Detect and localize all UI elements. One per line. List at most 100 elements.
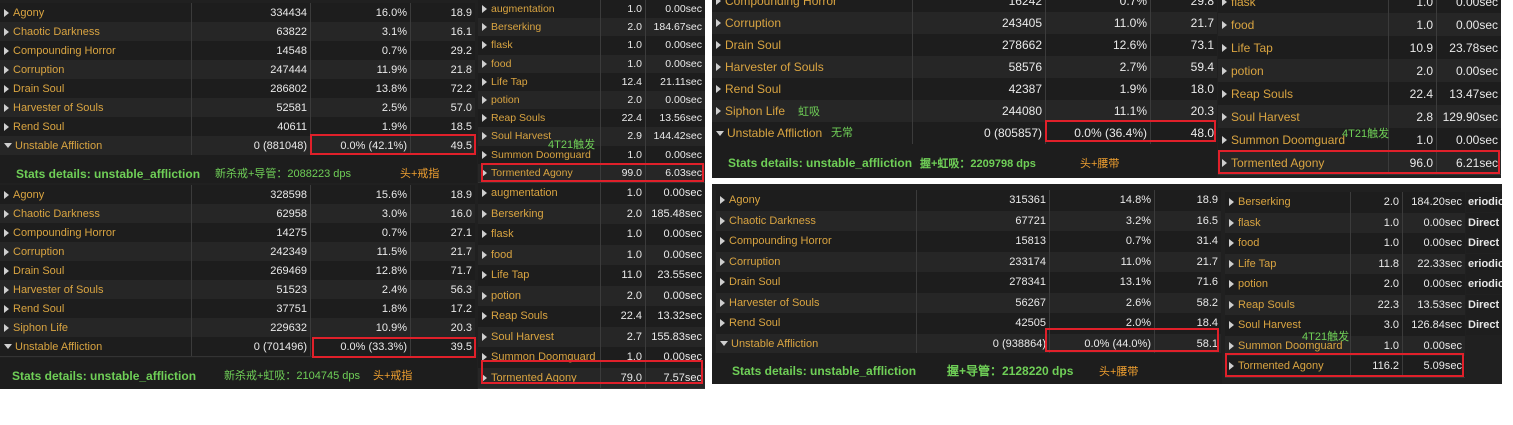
expand-right-icon[interactable] [482,59,487,68]
spell-row[interactable]: Agony 315361 14.8% 18.9 [716,190,1221,212]
buff-row[interactable]: flask 1.0 0.00sec [1218,0,1501,14]
spell-name[interactable]: Drain Soul [0,79,191,98]
expand-right-icon[interactable] [482,332,487,341]
expand-right-icon[interactable] [482,230,487,239]
expand-right-icon[interactable] [4,65,9,74]
buff-row[interactable]: flask 1.0 0.00sec [478,36,705,56]
expand-right-icon[interactable] [482,77,487,86]
spell-row[interactable]: Drain Soul 278662 12.6% 73.1 [712,34,1217,57]
expand-right-icon[interactable] [716,41,721,49]
spell-row[interactable]: Harvester of Souls 51523 2.4% 56.3 [0,280,475,300]
buff-row[interactable]: Life Tap 11.0 23.55sec [478,265,705,287]
expand-right-icon[interactable] [720,257,725,266]
expand-right-icon[interactable] [1222,112,1227,121]
spell-row[interactable]: Drain Soul 278341 13.1% 71.6 [716,272,1221,294]
expand-right-icon[interactable] [482,23,487,32]
spell-row[interactable]: Drain Soul 269469 12.8% 71.7 [0,261,475,281]
buff-row[interactable]: food 1.0 0.00sec [1218,13,1501,37]
expand-right-icon[interactable] [716,0,721,5]
expand-right-icon[interactable] [482,96,487,105]
spell-name[interactable]: Chaotic Darkness [0,204,191,223]
spell-name[interactable]: Rend Soul [0,299,191,318]
spell-name[interactable]: Compounding Horror [716,231,916,252]
expand-right-icon[interactable] [4,285,9,294]
expand-right-icon[interactable] [482,189,487,198]
expand-right-icon[interactable] [482,250,487,259]
expand-right-icon[interactable] [720,216,725,225]
spell-name[interactable]: Agony [0,185,191,204]
spell-name[interactable]: Unstable Affliction [0,337,191,356]
spell-row[interactable]: Agony 328598 15.6% 18.9 [0,185,475,205]
expand-right-icon[interactable] [4,84,9,93]
expand-right-icon[interactable] [1229,341,1234,350]
expand-right-icon[interactable] [1222,43,1227,52]
buff-name[interactable]: Life Tap [478,73,600,91]
expand-right-icon[interactable] [4,266,9,275]
spell-row[interactable]: Compounding Horror 14548 0.7% 29.2 [0,41,475,61]
expand-right-icon[interactable] [4,190,9,199]
buff-row[interactable]: Reap Souls 22.4 13.32sec [478,306,705,328]
spell-row[interactable]: Harvester of Souls 52581 2.5% 57.0 [0,98,475,118]
buff-row[interactable]: potion 2.0 0.00sec [1225,274,1465,296]
buff-row[interactable]: flask 1.0 0.00sec [1225,212,1465,234]
expand-down-icon[interactable] [720,341,728,347]
expand-right-icon[interactable] [4,304,9,313]
spell-row[interactable]: Corruption 247444 11.9% 21.8 [0,60,475,80]
expand-right-icon[interactable] [4,8,9,17]
expand-right-icon[interactable] [482,150,487,159]
expand-right-icon[interactable] [1229,259,1234,268]
spell-row[interactable]: Corruption 233174 11.0% 21.7 [716,251,1221,273]
buff-row[interactable]: Reap Souls 22.4 13.56sec [478,109,705,129]
spell-row[interactable]: Compounding Horror 15813 0.7% 31.4 [716,231,1221,253]
expand-right-icon[interactable] [1222,135,1227,144]
spell-name[interactable]: Harvester of Souls [0,98,191,117]
spell-name[interactable]: Unstable Affliction [0,136,191,155]
spell-row[interactable]: Chaotic Darkness 62958 3.0% 16.0 [0,204,475,224]
spell-row[interactable]: Rend Soul 37751 1.8% 17.2 [0,299,475,319]
spell-name[interactable]: Corruption [0,242,191,261]
expand-right-icon[interactable] [720,278,725,287]
buff-row[interactable]: food 1.0 0.00sec [478,244,705,266]
expand-right-icon[interactable] [482,132,487,141]
expand-right-icon[interactable] [4,247,9,256]
spell-name[interactable]: Chaotic Darkness [716,211,916,232]
buff-name[interactable]: Life Tap [1218,36,1388,59]
spell-name[interactable]: Corruption [0,60,191,79]
buff-name[interactable]: Life Tap [1225,254,1350,275]
buff-name[interactable]: Berserking [1225,192,1350,213]
spell-name[interactable]: Harvester of Souls [716,293,916,314]
buff-row[interactable]: augmentation 1.0 0.00sec [478,0,705,20]
spell-row[interactable]: Drain Soul 286802 13.8% 72.2 [0,79,475,99]
spell-row[interactable]: Compounding Horror 14275 0.7% 27.1 [0,223,475,243]
buff-row[interactable]: Berserking 2.0 184.67sec [478,18,705,38]
spell-name[interactable]: Compounding Horror [0,223,191,242]
spell-name[interactable]: Rend Soul [716,313,916,334]
spell-row[interactable]: Corruption 243405 11.0% 21.7 [712,12,1217,35]
spell-name[interactable]: Rend Soul [712,78,912,100]
expand-right-icon[interactable] [716,85,721,93]
buff-name[interactable]: flask [1218,0,1388,13]
buff-name[interactable]: potion [1225,274,1350,295]
buff-name[interactable]: Life Tap [478,265,600,286]
spell-row[interactable]: Chaotic Darkness 67721 3.2% 16.5 [716,210,1221,232]
buff-row[interactable]: potion 2.0 0.00sec [1218,59,1501,83]
spell-name[interactable]: Unstable Affliction [716,334,916,354]
expand-right-icon[interactable] [716,63,721,71]
spell-row[interactable]: Agony 334434 16.0% 18.9 [0,3,475,23]
stats-details-title[interactable]: Stats details: unstable_affliction [12,369,196,383]
expand-right-icon[interactable] [4,122,9,131]
buff-row[interactable]: potion 2.0 0.00sec [478,285,705,307]
buff-name[interactable]: Soul Harvest [478,327,600,348]
expand-right-icon[interactable] [716,19,721,27]
spell-name[interactable]: Chaotic Darkness [0,22,191,41]
expand-right-icon[interactable] [720,196,725,205]
expand-right-icon[interactable] [1229,198,1234,207]
stats-details-title[interactable]: Stats details: unstable_affliction [16,167,200,181]
spell-name[interactable]: Harvester of Souls [712,56,912,78]
expand-right-icon[interactable] [482,209,487,218]
buff-name[interactable]: flask [478,224,600,245]
expand-right-icon[interactable] [1222,89,1227,98]
spell-name[interactable]: Drain Soul [716,272,916,293]
buff-row[interactable]: food 1.0 0.00sec [478,54,705,74]
spell-name[interactable]: Harvester of Souls [0,280,191,299]
